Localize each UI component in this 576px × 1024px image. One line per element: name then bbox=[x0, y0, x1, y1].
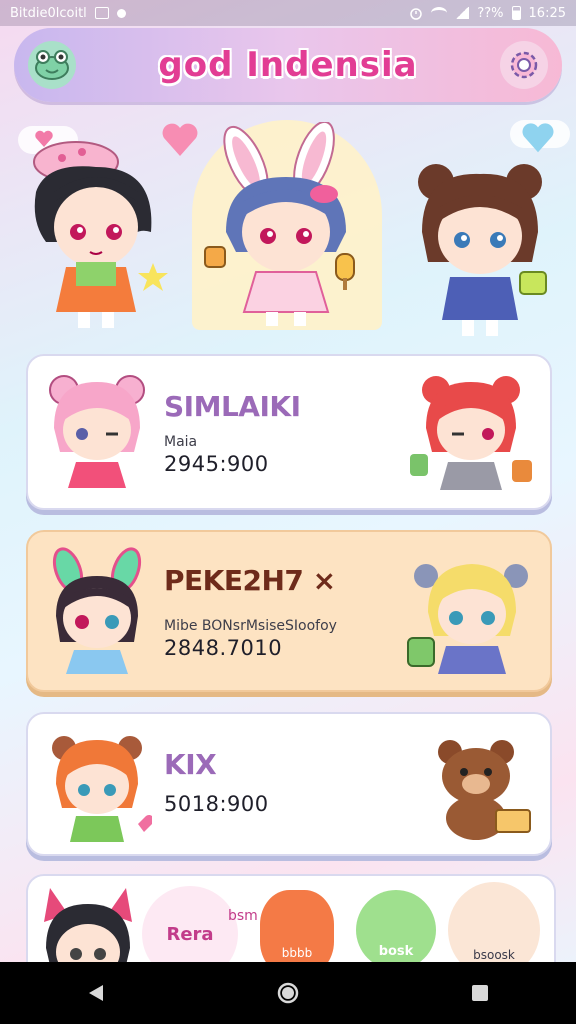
card-name: KIX bbox=[164, 748, 217, 781]
status-right: ??% 16:25 bbox=[409, 6, 566, 21]
card-subtitle: Mibe BONsrMsiseSIoofoy bbox=[164, 618, 337, 634]
star-icon bbox=[138, 263, 168, 291]
frog-badge[interactable]: bosk bbox=[356, 890, 436, 970]
card-score: 5018:900 bbox=[164, 792, 269, 816]
gift-icon bbox=[519, 271, 547, 295]
recents-icon bbox=[472, 985, 488, 1001]
image-icon bbox=[94, 7, 109, 19]
wifi-icon bbox=[431, 7, 448, 19]
profile-button[interactable] bbox=[28, 41, 76, 89]
bunny-girl-character[interactable] bbox=[196, 122, 376, 332]
promo-label: Rera bbox=[166, 923, 214, 945]
blonde-avatar bbox=[407, 564, 528, 674]
girl-with-hat-character[interactable] bbox=[26, 132, 166, 332]
system-navbar bbox=[0, 962, 576, 1024]
character-card[interactable]: KIX 5018:900 bbox=[26, 712, 552, 856]
character-card[interactable]: SIMLAIKI Maia 2945:900 bbox=[26, 354, 552, 510]
heart-icon bbox=[162, 123, 198, 156]
gear-icon bbox=[510, 51, 538, 79]
pink-hair-avatar bbox=[49, 375, 145, 488]
home-button[interactable] bbox=[268, 973, 308, 1013]
signal-icon bbox=[455, 7, 470, 19]
bear-eared-girl-character[interactable] bbox=[406, 152, 556, 342]
status-bar: Bitdie0lcoitl ??% 16:25 bbox=[0, 0, 576, 26]
heart-icon bbox=[522, 123, 554, 153]
bear-badge-label: bbbb bbox=[281, 946, 313, 960]
promo-sub-label: bsm bbox=[228, 908, 258, 924]
frog-badge-label: bosk bbox=[378, 943, 414, 959]
card-score: 2848.7010 bbox=[164, 636, 283, 660]
home-icon bbox=[277, 982, 299, 1004]
status-time: 16:25 bbox=[528, 5, 566, 21]
character-card[interactable]: PEKE2H7 × Mibe BONsrMsiseSIoofoy 2848.70… bbox=[26, 530, 552, 692]
battery-icon bbox=[511, 6, 521, 20]
status-carrier-text: Bitdie0lcoitl bbox=[10, 5, 87, 21]
network-text: ??% bbox=[477, 5, 504, 21]
back-button[interactable] bbox=[76, 973, 116, 1013]
alarm-icon bbox=[410, 8, 423, 20]
record-icon bbox=[116, 8, 126, 18]
status-left: Bitdie0lcoitl bbox=[10, 6, 126, 21]
frog-face-icon bbox=[35, 50, 69, 80]
red-hair-avatar bbox=[410, 376, 532, 490]
card-name: SIMLAIKI bbox=[164, 390, 301, 423]
candy-icon bbox=[204, 246, 226, 268]
recents-button[interactable] bbox=[460, 973, 500, 1013]
bear-avatar bbox=[438, 740, 531, 840]
hero-banner bbox=[0, 112, 576, 342]
bunny-ear-avatar bbox=[52, 547, 142, 674]
card-subtitle: Maia bbox=[164, 434, 198, 450]
app-title: god Indensia bbox=[158, 45, 418, 85]
fox-badge-label: bsoosk bbox=[473, 948, 515, 962]
popsicle-icon bbox=[335, 253, 355, 290]
card-name: PEKE2H7 × bbox=[164, 564, 336, 597]
card-score: 2945:900 bbox=[164, 452, 269, 476]
back-icon bbox=[89, 985, 103, 1001]
app-header: god Indensia bbox=[14, 28, 562, 102]
orange-hair-avatar bbox=[52, 736, 152, 842]
settings-button[interactable] bbox=[500, 41, 548, 89]
